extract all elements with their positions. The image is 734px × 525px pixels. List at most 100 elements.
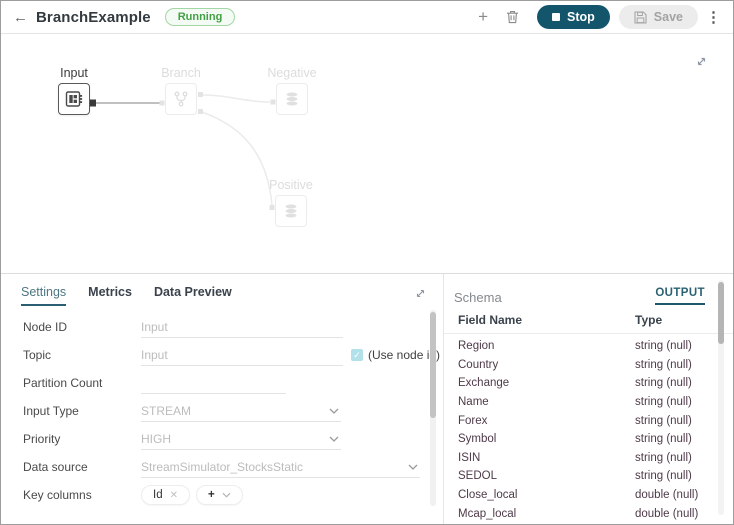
stop-button-label: Stop bbox=[567, 10, 595, 24]
database-icon bbox=[283, 90, 301, 108]
node-branch[interactable]: Branch bbox=[143, 66, 219, 115]
topic-input[interactable] bbox=[141, 345, 343, 366]
delete-icon[interactable] bbox=[506, 10, 519, 24]
chevron-down-icon bbox=[408, 464, 418, 470]
schema-rows: Regionstring (null) Countrystring (null)… bbox=[444, 337, 733, 523]
table-row: Forexstring (null) bbox=[444, 411, 733, 430]
schema-title: Schema bbox=[454, 290, 502, 305]
input-type-select[interactable]: STREAM bbox=[141, 401, 341, 422]
node-label: Branch bbox=[143, 66, 219, 80]
data-source-select[interactable]: StreamSimulator_StocksStatic bbox=[141, 457, 420, 478]
key-column-chip[interactable]: Id ✕ bbox=[141, 485, 190, 505]
field-type: string (null) bbox=[635, 377, 692, 389]
scrollbar-thumb[interactable] bbox=[718, 282, 724, 344]
selected-value: HIGH bbox=[141, 432, 171, 446]
node-box[interactable] bbox=[165, 83, 197, 115]
form-row-input-type: Input Type STREAM bbox=[23, 397, 443, 425]
schema-pane: Schema OUTPUT Field Name Type Regionstri… bbox=[444, 274, 733, 524]
tab-settings[interactable]: Settings bbox=[21, 285, 66, 306]
settings-scrollbar[interactable] bbox=[430, 310, 436, 506]
form-row-key-columns: Key columns Id ✕ + bbox=[23, 481, 443, 509]
use-node-id-checkbox[interactable]: ✓ bbox=[351, 349, 363, 361]
column-header-type: Type bbox=[635, 313, 662, 327]
table-row: Exchangestring (null) bbox=[444, 374, 733, 393]
form-row-topic: Topic ✓ (Use node id) bbox=[23, 341, 443, 369]
field-name: ISIN bbox=[458, 452, 635, 464]
field-name: Close_local bbox=[458, 489, 635, 501]
input-table-icon bbox=[65, 90, 84, 108]
node-input[interactable]: Input bbox=[36, 66, 112, 115]
node-id-input[interactable] bbox=[141, 317, 343, 338]
tab-metrics[interactable]: Metrics bbox=[88, 285, 132, 306]
field-label: Key columns bbox=[23, 488, 141, 502]
column-header-field-name: Field Name bbox=[458, 313, 635, 327]
schema-table-header: Field Name Type bbox=[444, 313, 733, 334]
schema-scrollbar[interactable] bbox=[718, 280, 724, 515]
field-label: Topic bbox=[23, 348, 141, 362]
field-name: Region bbox=[458, 340, 635, 352]
pane-expand-icon[interactable] bbox=[414, 287, 427, 305]
table-row: Countrystring (null) bbox=[444, 356, 733, 375]
field-type: double (null) bbox=[635, 489, 698, 501]
field-name: SEDOL bbox=[458, 470, 635, 482]
chip-label: Id bbox=[153, 489, 163, 501]
app-window: ← BranchExample Running + Stop Save ⋮ bbox=[0, 0, 734, 525]
save-button[interactable]: Save bbox=[619, 5, 698, 29]
stop-icon bbox=[552, 13, 560, 21]
bottom-panel: Settings Metrics Data Preview Node ID To… bbox=[1, 273, 733, 524]
status-badge: Running bbox=[165, 8, 236, 26]
header: ← BranchExample Running + Stop Save ⋮ bbox=[1, 1, 733, 34]
field-type: string (null) bbox=[635, 340, 692, 352]
node-box[interactable] bbox=[58, 83, 90, 115]
node-label: Negative bbox=[254, 66, 330, 80]
field-label: Data source bbox=[23, 460, 141, 474]
field-name: Forex bbox=[458, 415, 635, 427]
field-name: Name bbox=[458, 396, 635, 408]
scrollbar-thumb[interactable] bbox=[430, 312, 436, 418]
field-label: Priority bbox=[23, 432, 141, 446]
save-button-label: Save bbox=[654, 10, 683, 24]
priority-select[interactable]: HIGH bbox=[141, 429, 341, 450]
tab-output[interactable]: OUTPUT bbox=[655, 287, 705, 305]
settings-pane: Settings Metrics Data Preview Node ID To… bbox=[1, 274, 444, 524]
form-row-priority: Priority HIGH bbox=[23, 425, 443, 453]
add-key-column-button[interactable]: + bbox=[196, 485, 243, 505]
tab-data-preview[interactable]: Data Preview bbox=[154, 285, 232, 306]
add-icon: + bbox=[208, 489, 215, 501]
tab-bar: Settings Metrics Data Preview bbox=[1, 274, 443, 306]
form-row-data-source: Data source StreamSimulator_StocksStatic bbox=[23, 453, 443, 481]
add-icon[interactable]: + bbox=[478, 7, 488, 27]
remove-chip-icon[interactable]: ✕ bbox=[170, 490, 178, 501]
field-label: Input Type bbox=[23, 404, 141, 418]
table-row: Mcap_localdouble (null) bbox=[444, 504, 733, 523]
node-negative[interactable]: Negative bbox=[254, 66, 330, 115]
field-type: string (null) bbox=[635, 415, 692, 427]
table-row: Symbolstring (null) bbox=[444, 430, 733, 449]
field-type: string (null) bbox=[635, 452, 692, 464]
field-type: string (null) bbox=[635, 359, 692, 371]
node-box[interactable] bbox=[276, 83, 308, 115]
chevron-down-icon bbox=[329, 408, 339, 414]
back-icon[interactable]: ← bbox=[13, 9, 28, 26]
branch-icon bbox=[172, 90, 190, 108]
partition-count-input[interactable] bbox=[141, 373, 286, 394]
form-row-node-id: Node ID bbox=[23, 313, 443, 341]
save-icon bbox=[634, 11, 647, 24]
node-label: Input bbox=[36, 66, 112, 80]
node-box[interactable] bbox=[275, 195, 307, 227]
field-name: Symbol bbox=[458, 433, 635, 445]
stop-button[interactable]: Stop bbox=[537, 5, 610, 29]
table-row: SEDOLstring (null) bbox=[444, 467, 733, 486]
node-positive[interactable]: Positive bbox=[253, 178, 329, 227]
flow-canvas[interactable]: Input Branch bbox=[1, 34, 733, 273]
chevron-down-icon bbox=[329, 436, 339, 442]
more-menu-icon[interactable]: ⋮ bbox=[706, 8, 721, 26]
field-name: Exchange bbox=[458, 377, 635, 389]
table-row: Regionstring (null) bbox=[444, 337, 733, 356]
table-row: Namestring (null) bbox=[444, 393, 733, 412]
selected-value: STREAM bbox=[141, 404, 191, 418]
table-row: ISINstring (null) bbox=[444, 449, 733, 468]
database-icon bbox=[282, 202, 300, 220]
page-title: BranchExample bbox=[36, 9, 151, 26]
canvas-expand-icon[interactable] bbox=[694, 54, 709, 74]
